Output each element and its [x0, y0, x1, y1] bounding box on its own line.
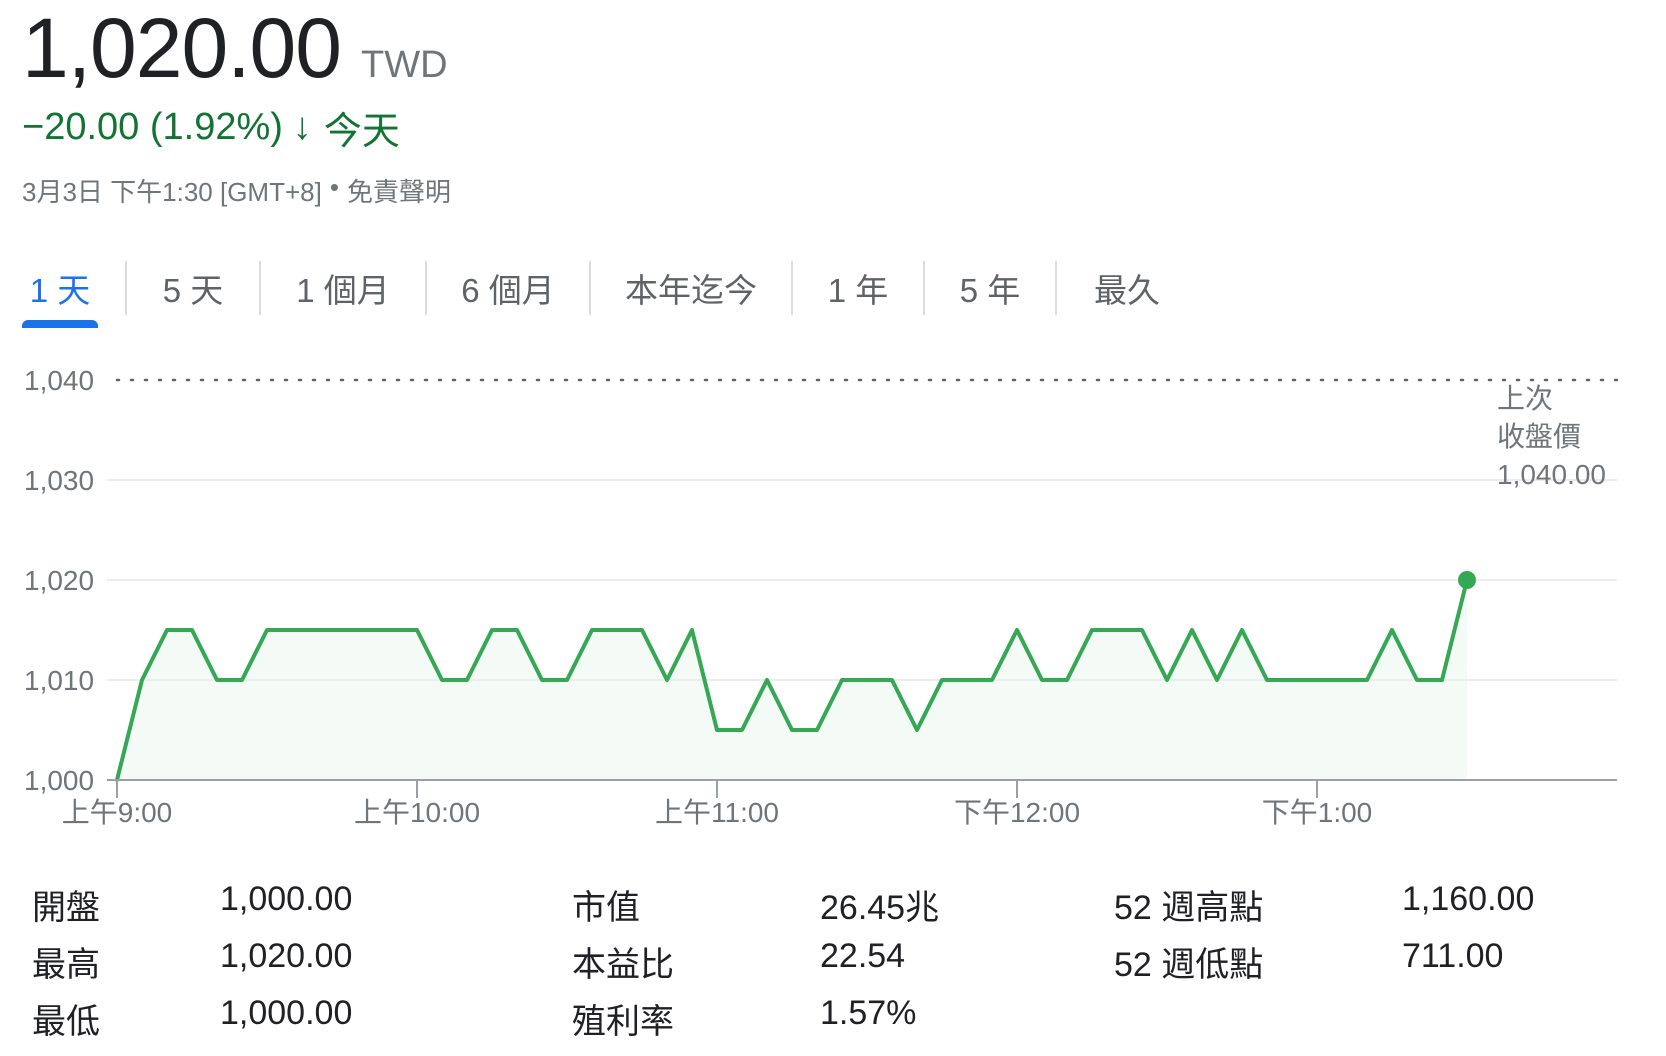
- tab-label: 1 個月: [296, 272, 390, 309]
- bullet-separator: •: [329, 172, 339, 202]
- stat-label-market-cap: 市值: [572, 889, 640, 927]
- previous-close-label: 上次: [1497, 383, 1553, 414]
- x-tick-label: 上午11:00: [655, 797, 779, 825]
- stat-label-dividend-yield: 殖利率: [572, 1003, 674, 1041]
- latest-price-dot: [1458, 571, 1476, 589]
- stat-value-open: 1,000.00: [220, 880, 353, 918]
- stat-label-low: 最低: [32, 1003, 100, 1041]
- tab-label: 最久: [1094, 272, 1160, 309]
- previous-close-label: 收盤價: [1497, 421, 1581, 452]
- y-tick-label: 1,020: [24, 565, 94, 596]
- price-header: 1,020.00 TWD: [22, 0, 448, 96]
- price-change: −20.00 (1.92%): [22, 106, 283, 148]
- tab-label: 1 天: [29, 272, 91, 309]
- x-tick-label: 下午1:00: [1262, 797, 1373, 825]
- tab-1-year[interactable]: 1 年: [793, 252, 923, 324]
- tab-6-months[interactable]: 6 個月: [427, 252, 589, 324]
- tab-5-years[interactable]: 5 年: [925, 252, 1055, 324]
- y-tick-label: 1,000: [24, 765, 94, 796]
- y-tick-label: 1,040: [24, 365, 94, 396]
- tab-label: 1 年: [827, 272, 889, 309]
- price-chart[interactable]: 1,000 1,010 1,020 1,030 1,040 上次收盤價 1,040.00 上午…: [0, 355, 1666, 825]
- tab-max[interactable]: 最久: [1057, 252, 1197, 324]
- time-range-tabs: 1 天 5 天 1 個月 6 個月 本年迄今 1 年 5 年 最久: [22, 252, 1197, 328]
- timestamp: 3月3日 下午1:30 [GMT+8]: [22, 177, 322, 207]
- stat-label-high: 最高: [32, 946, 100, 984]
- stat-label-pe-ratio: 本益比: [572, 946, 674, 984]
- tab-label: 6 個月: [461, 272, 555, 309]
- x-tick-label: 上午10:00: [354, 797, 480, 825]
- y-tick-label: 1,030: [24, 465, 94, 496]
- y-tick-label: 1,010: [24, 665, 94, 696]
- stat-label-open: 開盤: [32, 889, 100, 927]
- current-price: 1,020.00: [22, 1, 342, 95]
- stat-value-low: 1,000.00: [220, 994, 353, 1032]
- stat-value-dividend-yield: 1.57%: [820, 994, 917, 1032]
- tab-1-day[interactable]: 1 天: [22, 252, 98, 328]
- previous-close-value: 1,040.00: [1497, 459, 1606, 490]
- stat-value-market-cap: 26.45兆: [820, 889, 940, 927]
- arrow-down-icon: ↓: [292, 106, 312, 148]
- stat-value-52wk-high: 1,160.00: [1402, 880, 1535, 918]
- timestamp-row: 3月3日 下午1:30 [GMT+8] • 免責聲明: [22, 172, 451, 209]
- stats-table: 開盤 1,000.00 最高 1,020.00 最低 1,000.00 市值 2…: [32, 880, 1632, 1050]
- stat-label-52wk-high: 52 週高點: [1114, 889, 1264, 927]
- tab-label: 5 年: [959, 272, 1021, 309]
- x-tick-label: 上午9:00: [62, 797, 173, 825]
- disclaimer-link[interactable]: 免責聲明: [347, 172, 451, 209]
- change-period: 今天: [323, 111, 400, 153]
- tab-label: 本年迄今: [625, 272, 757, 309]
- stat-value-52wk-low: 711.00: [1402, 937, 1504, 975]
- tab-ytd[interactable]: 本年迄今: [591, 252, 791, 324]
- tab-5-days[interactable]: 5 天: [127, 252, 259, 324]
- stat-value-high: 1,020.00: [220, 937, 353, 975]
- stat-value-pe-ratio: 22.54: [820, 937, 906, 975]
- tab-label: 5 天: [162, 272, 224, 309]
- stat-label-52wk-low: 52 週低點: [1114, 946, 1264, 984]
- x-tick-label: 下午12:00: [954, 797, 1080, 825]
- currency-code: TWD: [360, 44, 448, 86]
- tab-1-month[interactable]: 1 個月: [261, 252, 425, 324]
- price-change-row: −20.00 (1.92%) ↓ 今天: [22, 100, 400, 155]
